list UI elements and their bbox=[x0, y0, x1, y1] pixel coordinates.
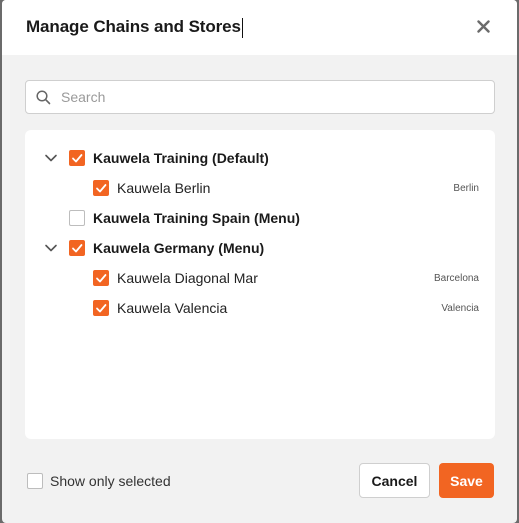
check-icon bbox=[96, 184, 107, 193]
checkbox[interactable] bbox=[69, 150, 85, 166]
show-only-selected-checkbox[interactable] bbox=[27, 473, 43, 489]
search-icon bbox=[36, 89, 51, 104]
chevron-down-icon[interactable] bbox=[43, 150, 59, 166]
checkbox[interactable] bbox=[93, 270, 109, 286]
search-input[interactable] bbox=[61, 89, 481, 105]
close-button[interactable] bbox=[473, 16, 493, 36]
cancel-button[interactable]: Cancel bbox=[359, 463, 430, 498]
check-icon bbox=[96, 274, 107, 283]
modal-title: Manage Chains and Stores bbox=[26, 17, 243, 38]
show-only-selected-label[interactable]: Show only selected bbox=[50, 473, 171, 489]
tree-row[interactable]: Kauwela Berlin Berlin bbox=[25, 173, 495, 203]
check-icon bbox=[72, 154, 83, 163]
checkbox[interactable] bbox=[93, 180, 109, 196]
check-icon bbox=[72, 244, 83, 253]
tree-row-label: Kauwela Training Spain (Menu) bbox=[93, 210, 300, 226]
text-caret bbox=[241, 17, 243, 38]
tree-row-label: Kauwela Diagonal Mar bbox=[117, 270, 258, 286]
tree-row-label: Kauwela Training (Default) bbox=[93, 150, 269, 166]
check-icon bbox=[96, 304, 107, 313]
checkbox[interactable] bbox=[69, 210, 85, 226]
tree-row-label: Kauwela Berlin bbox=[117, 180, 211, 196]
tree-row-label: Kauwela Germany (Menu) bbox=[93, 240, 265, 256]
store-city: Berlin bbox=[453, 182, 479, 194]
tree-row[interactable]: Kauwela Training (Default) bbox=[25, 143, 495, 173]
close-icon bbox=[476, 19, 490, 33]
store-city: Barcelona bbox=[433, 272, 479, 284]
tree-row-label: Kauwela Valencia bbox=[117, 300, 228, 316]
manage-chains-modal: Manage Chains and Stores Kauwela Trainin… bbox=[2, 0, 517, 523]
tree-row[interactable]: Kauwela Training Spain (Menu) bbox=[25, 203, 495, 233]
store-city: Valencia bbox=[441, 302, 479, 314]
chains-stores-tree: Kauwela Training (Default) Kauwela Berli… bbox=[25, 130, 495, 439]
modal-header: Manage Chains and Stores bbox=[2, 0, 517, 55]
tree-row[interactable]: Kauwela Diagonal Mar Barcelona bbox=[25, 263, 495, 293]
tree-row[interactable]: Kauwela Germany (Menu) bbox=[25, 233, 495, 263]
save-button[interactable]: Save bbox=[439, 463, 494, 498]
chevron-down-icon[interactable] bbox=[43, 240, 59, 256]
tree-row[interactable]: Kauwela Valencia Valencia bbox=[25, 293, 495, 323]
checkbox[interactable] bbox=[93, 300, 109, 316]
search-field[interactable] bbox=[25, 80, 495, 114]
checkbox[interactable] bbox=[69, 240, 85, 256]
